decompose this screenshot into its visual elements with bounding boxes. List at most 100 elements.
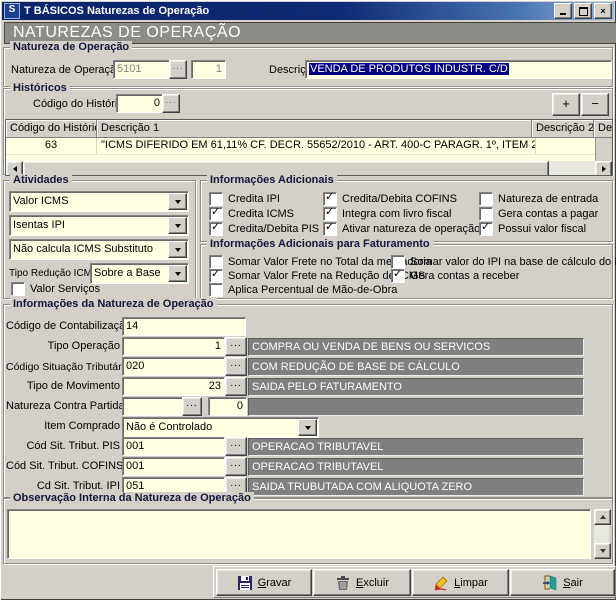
checkbox-possui-valor-fiscal[interactable]: ✓Possui valor fiscal: [479, 222, 586, 236]
minimize-button[interactable]: [554, 3, 572, 19]
natureza-operacao-label: Natureza de Operação: [11, 64, 122, 76]
checkbox-credita-debita-cofins[interactable]: ✓ Credita/Debita COFINS: [323, 192, 457, 206]
checkbox-credita-icms[interactable]: ✓Credita ICMS: [209, 207, 294, 221]
contra-partida-seq-input[interactable]: 0: [208, 397, 247, 416]
dropdown-button[interactable]: [168, 241, 187, 258]
tipo-operacao-label: Tipo Operação: [6, 340, 120, 352]
limpar-button[interactable]: Limpar: [412, 569, 509, 596]
dropdown-button[interactable]: [168, 265, 187, 282]
excluir-button[interactable]: Excluir: [313, 569, 411, 596]
tipo-reducao-select[interactable]: Sobre a Base: [90, 263, 189, 284]
maximize-button[interactable]: [574, 3, 592, 19]
tipo-movimento-input[interactable]: 23: [122, 377, 225, 396]
gravar-button[interactable]: Gravar: [216, 569, 312, 596]
button-label: Gravar: [258, 577, 292, 589]
pis-browse-button[interactable]: ...: [225, 437, 247, 456]
cell-codigo: 63: [6, 138, 97, 154]
button-label: Limpar: [454, 577, 488, 589]
dropdown-button[interactable]: [298, 419, 317, 436]
table-header[interactable]: Código do Histórico Descrição 1 Descriçã…: [6, 120, 612, 138]
checkbox-percentual-mao-de-obra[interactable]: ✓Aplica Percentual de Mão-de-Obra: [209, 283, 397, 297]
contra-partida-label: Natureza Contra Partida: [6, 400, 120, 412]
column-header-descricao3[interactable]: Descriç: [594, 120, 613, 138]
checkbox-ativar-natureza[interactable]: ✓Ativar natureza de operação: [323, 222, 480, 236]
icms-substituto-select[interactable]: Não calcula ICMS Substituto: [9, 239, 189, 260]
close-icon: ×: [600, 7, 605, 16]
remove-historico-button[interactable]: −: [581, 93, 609, 116]
check-icon: ✓: [211, 205, 220, 218]
dropdown-button[interactable]: [168, 217, 187, 234]
historicos-table[interactable]: Código do Histórico Descrição 1 Descriçã…: [5, 119, 613, 176]
select-value: Não é Controlado: [126, 421, 212, 433]
scroll-up-button[interactable]: [594, 509, 611, 525]
contra-partida-input[interactable]: [122, 397, 184, 416]
checkbox-credita-ipi[interactable]: ✓Credita IPI: [209, 192, 280, 206]
column-header-descricao1[interactable]: Descrição 1: [97, 120, 532, 138]
title-bar[interactable]: S T BÁSICOS Naturezas de Operação ×: [2, 2, 614, 20]
isentas-ipi-select[interactable]: Isentas IPI: [9, 215, 189, 236]
column-header-descricao2[interactable]: Descrição 2: [532, 120, 594, 138]
pis-input[interactable]: 001: [122, 437, 225, 456]
checkbox-label: Credita IPI: [228, 193, 280, 205]
arrow-right-icon: [602, 166, 606, 172]
cofins-browse-button[interactable]: ...: [225, 457, 247, 476]
maximize-icon: [579, 7, 588, 16]
checkbox-box: ✓: [209, 283, 223, 297]
situacao-tributaria-input[interactable]: 020: [122, 357, 225, 376]
codigo-historico-input[interactable]: 0: [116, 94, 164, 113]
checkbox-label: Credita/Debita COFINS: [342, 193, 457, 205]
check-icon: ✓: [393, 267, 402, 280]
scroll-down-button[interactable]: [594, 543, 611, 559]
item-comprado-select[interactable]: Não é Controlado: [122, 417, 319, 438]
contabilizacao-input[interactable]: 14: [122, 317, 246, 336]
close-button[interactable]: ×: [594, 3, 612, 19]
check-icon: ✓: [325, 220, 334, 233]
natureza-seq-input[interactable]: 1: [191, 60, 226, 79]
dropdown-button[interactable]: [168, 193, 187, 210]
checkbox-integra-livro-fiscal[interactable]: ✓Integra com livro fiscal: [323, 207, 451, 221]
checkbox-box: ✓: [209, 207, 223, 221]
valor-icms-select[interactable]: Valor ICMS: [9, 191, 189, 212]
checkbox-credita-debita-pis[interactable]: ✓Credita/Debita PIS: [209, 222, 319, 236]
checkbox-box: ✓: [479, 207, 493, 221]
chevron-down-icon: [175, 248, 181, 252]
cell-descricao1: "ICMS DIFERIDO EM 61,11% CF. DECR. 55652…: [97, 138, 536, 154]
table-row[interactable]: 63 "ICMS DIFERIDO EM 61,11% CF. DECR. 55…: [6, 138, 612, 155]
checkbox-ipi-base-calculo-icms[interactable]: ✓Somar valor do IPI na base de cálculo d…: [391, 255, 616, 269]
tipo-movimento-browse-button[interactable]: ...: [225, 377, 247, 396]
checkbox-label: Gera contas a pagar: [498, 208, 598, 220]
scroll-right-button[interactable]: [595, 161, 612, 176]
check-icon: ✓: [325, 190, 334, 203]
natureza-browse-button[interactable]: ...: [169, 60, 187, 79]
group-natureza-operacao: Natureza de Operação Natureza de Operaçã…: [3, 47, 613, 87]
group-title: Atividades: [10, 174, 72, 186]
column-header-codigo[interactable]: Código do Histórico: [6, 120, 97, 138]
checkbox-gera-contas-receber[interactable]: ✓Gera contas a receber: [391, 269, 519, 283]
checkbox-valor-servicos[interactable]: ✓ Valor Serviços: [11, 282, 100, 296]
checkbox-label: Integra com livro fiscal: [342, 208, 451, 220]
descricao-input[interactable]: VENDA DE PRODUTOS INDUSTR. C/D: [305, 60, 612, 79]
add-historico-button[interactable]: +: [552, 93, 580, 116]
tipo-operacao-browse-button[interactable]: ...: [225, 337, 247, 356]
sair-button[interactable]: Sair: [510, 569, 615, 596]
arrow-up-icon: [600, 515, 606, 519]
tipo-operacao-input[interactable]: 1: [122, 337, 225, 356]
scrollbar-track[interactable]: [549, 161, 595, 175]
contra-partida-browse-button[interactable]: ...: [182, 397, 202, 416]
cofins-input[interactable]: 001: [122, 457, 225, 476]
situacao-tributaria-browse-button[interactable]: ...: [225, 357, 247, 376]
table-horizontal-scrollbar[interactable]: [6, 161, 612, 175]
observacao-scrollbar[interactable]: [594, 509, 609, 559]
check-icon: ✓: [211, 220, 220, 233]
observacao-textarea[interactable]: [7, 509, 591, 559]
tipo-movimento-label: Tipo de Movimento: [6, 380, 120, 392]
select-value: Sobre a Base: [94, 267, 161, 279]
cofins-label: Cód Sit. Tribut. COFINS: [6, 460, 120, 472]
natureza-operacao-input[interactable]: 5101: [113, 60, 172, 79]
save-icon: [237, 575, 253, 591]
checkbox-natureza-entrada[interactable]: ✓Natureza de entrada: [479, 192, 598, 206]
tipo-operacao-display: COMPRA OU VENDA DE BENS OU SERVICOS: [248, 338, 584, 356]
checkbox-gera-contas-pagar[interactable]: ✓ Gera contas a pagar: [479, 207, 598, 221]
historico-browse-button[interactable]: ...: [162, 94, 180, 113]
minimize-icon: [560, 13, 566, 15]
